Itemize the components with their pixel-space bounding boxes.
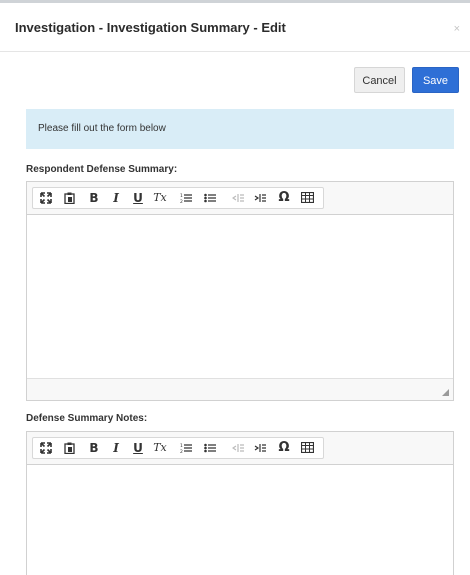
- outdent-icon: [227, 438, 249, 458]
- special-char-icon[interactable]: Ω: [273, 438, 295, 458]
- editor-statusbar: [27, 378, 453, 400]
- table-icon[interactable]: [296, 188, 318, 208]
- editor-toolbar: B I U Tx 12 Ω: [27, 432, 453, 465]
- bulleted-list-icon[interactable]: [199, 188, 221, 208]
- remove-format-icon[interactable]: Tx: [149, 188, 171, 208]
- paste-icon[interactable]: [58, 188, 80, 208]
- italic-icon[interactable]: I: [105, 438, 127, 458]
- table-icon[interactable]: [296, 438, 318, 458]
- info-alert: Please fill out the form below: [26, 109, 454, 149]
- close-icon[interactable]: ×: [454, 23, 460, 35]
- special-char-icon[interactable]: Ω: [273, 188, 295, 208]
- editor-content-area[interactable]: [27, 215, 453, 378]
- bulleted-list-icon[interactable]: [199, 438, 221, 458]
- underline-icon[interactable]: U: [127, 438, 149, 458]
- paste-icon[interactable]: [58, 438, 80, 458]
- underline-icon[interactable]: U: [127, 188, 149, 208]
- save-button[interactable]: Save: [412, 67, 459, 93]
- modal-header: Investigation - Investigation Summary - …: [0, 0, 470, 52]
- numbered-list-icon[interactable]: 12: [175, 438, 197, 458]
- modal-title: Investigation - Investigation Summary - …: [15, 20, 286, 35]
- editor-content-area[interactable]: [27, 465, 453, 575]
- remove-format-icon[interactable]: Tx: [149, 438, 171, 458]
- toolbar-group: B I U Tx 12 Ω: [32, 187, 324, 209]
- italic-icon[interactable]: I: [105, 188, 127, 208]
- bold-icon[interactable]: B: [83, 438, 105, 458]
- svg-text:2: 2: [180, 199, 183, 204]
- defense-summary-notes-editor: B I U Tx 12 Ω: [26, 431, 454, 575]
- maximize-icon[interactable]: [35, 438, 57, 458]
- respondent-defense-summary-label: Respondent Defense Summary:: [26, 164, 178, 175]
- maximize-icon[interactable]: [35, 188, 57, 208]
- svg-text:1: 1: [180, 443, 183, 449]
- indent-icon[interactable]: [249, 188, 271, 208]
- bold-icon[interactable]: B: [83, 188, 105, 208]
- svg-text:1: 1: [180, 193, 183, 199]
- cancel-button[interactable]: Cancel: [354, 67, 405, 93]
- respondent-defense-summary-editor: B I U Tx 12 Ω: [26, 181, 454, 401]
- indent-icon[interactable]: [249, 438, 271, 458]
- outdent-icon: [227, 188, 249, 208]
- svg-text:2: 2: [180, 449, 183, 454]
- editor-toolbar: B I U Tx 12 Ω: [27, 182, 453, 215]
- resize-handle-icon[interactable]: [442, 389, 449, 396]
- numbered-list-icon[interactable]: 12: [175, 188, 197, 208]
- defense-summary-notes-label: Defense Summary Notes:: [26, 413, 148, 424]
- toolbar-group: B I U Tx 12 Ω: [32, 437, 324, 459]
